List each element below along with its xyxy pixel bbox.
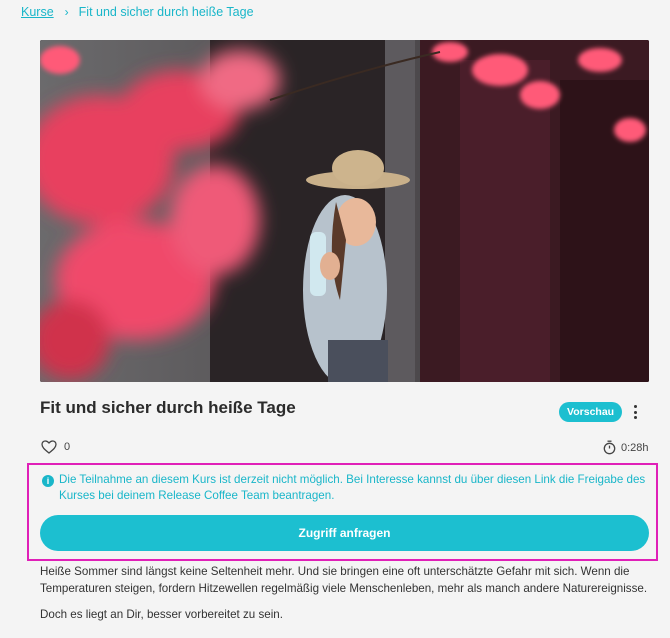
access-notice-text[interactable]: Die Teilnahme an diesem Kurs ist derzeit… (59, 472, 652, 504)
description-paragraph: Doch es liegt an Dir, besser vorbereitet… (40, 608, 283, 621)
info-icon: i (42, 475, 54, 487)
access-notice: i Die Teilnahme an diesem Kurs ist derze… (42, 472, 652, 504)
stopwatch-icon (603, 440, 616, 455)
breadcrumb-link-kurse[interactable]: Kurse (21, 5, 54, 19)
course-duration: 0:28h (603, 440, 649, 455)
chevron-right-icon: › (64, 5, 69, 19)
preview-badge: Vorschau (559, 402, 623, 422)
course-description: Heiße Sommer sind längst keine Seltenhei… (40, 564, 660, 624)
like-count: 0 (64, 441, 71, 453)
course-title: Fit und sicher durch heiße Tage (40, 398, 296, 417)
description-paragraph: Heiße Sommer sind längst keine Seltenhei… (40, 565, 648, 595)
breadcrumb-current: Fit und sicher durch heiße Tage (78, 5, 254, 19)
more-options-icon[interactable] (627, 402, 643, 422)
like-counter[interactable]: 0 (41, 440, 70, 454)
request-access-button[interactable]: Zugriff anfragen (40, 515, 649, 551)
breadcrumb: Kurse › Fit und sicher durch heiße Tage (21, 4, 254, 20)
course-hero-image (40, 40, 649, 382)
heart-icon (41, 440, 57, 454)
duration-value: 0:28h (621, 441, 649, 454)
